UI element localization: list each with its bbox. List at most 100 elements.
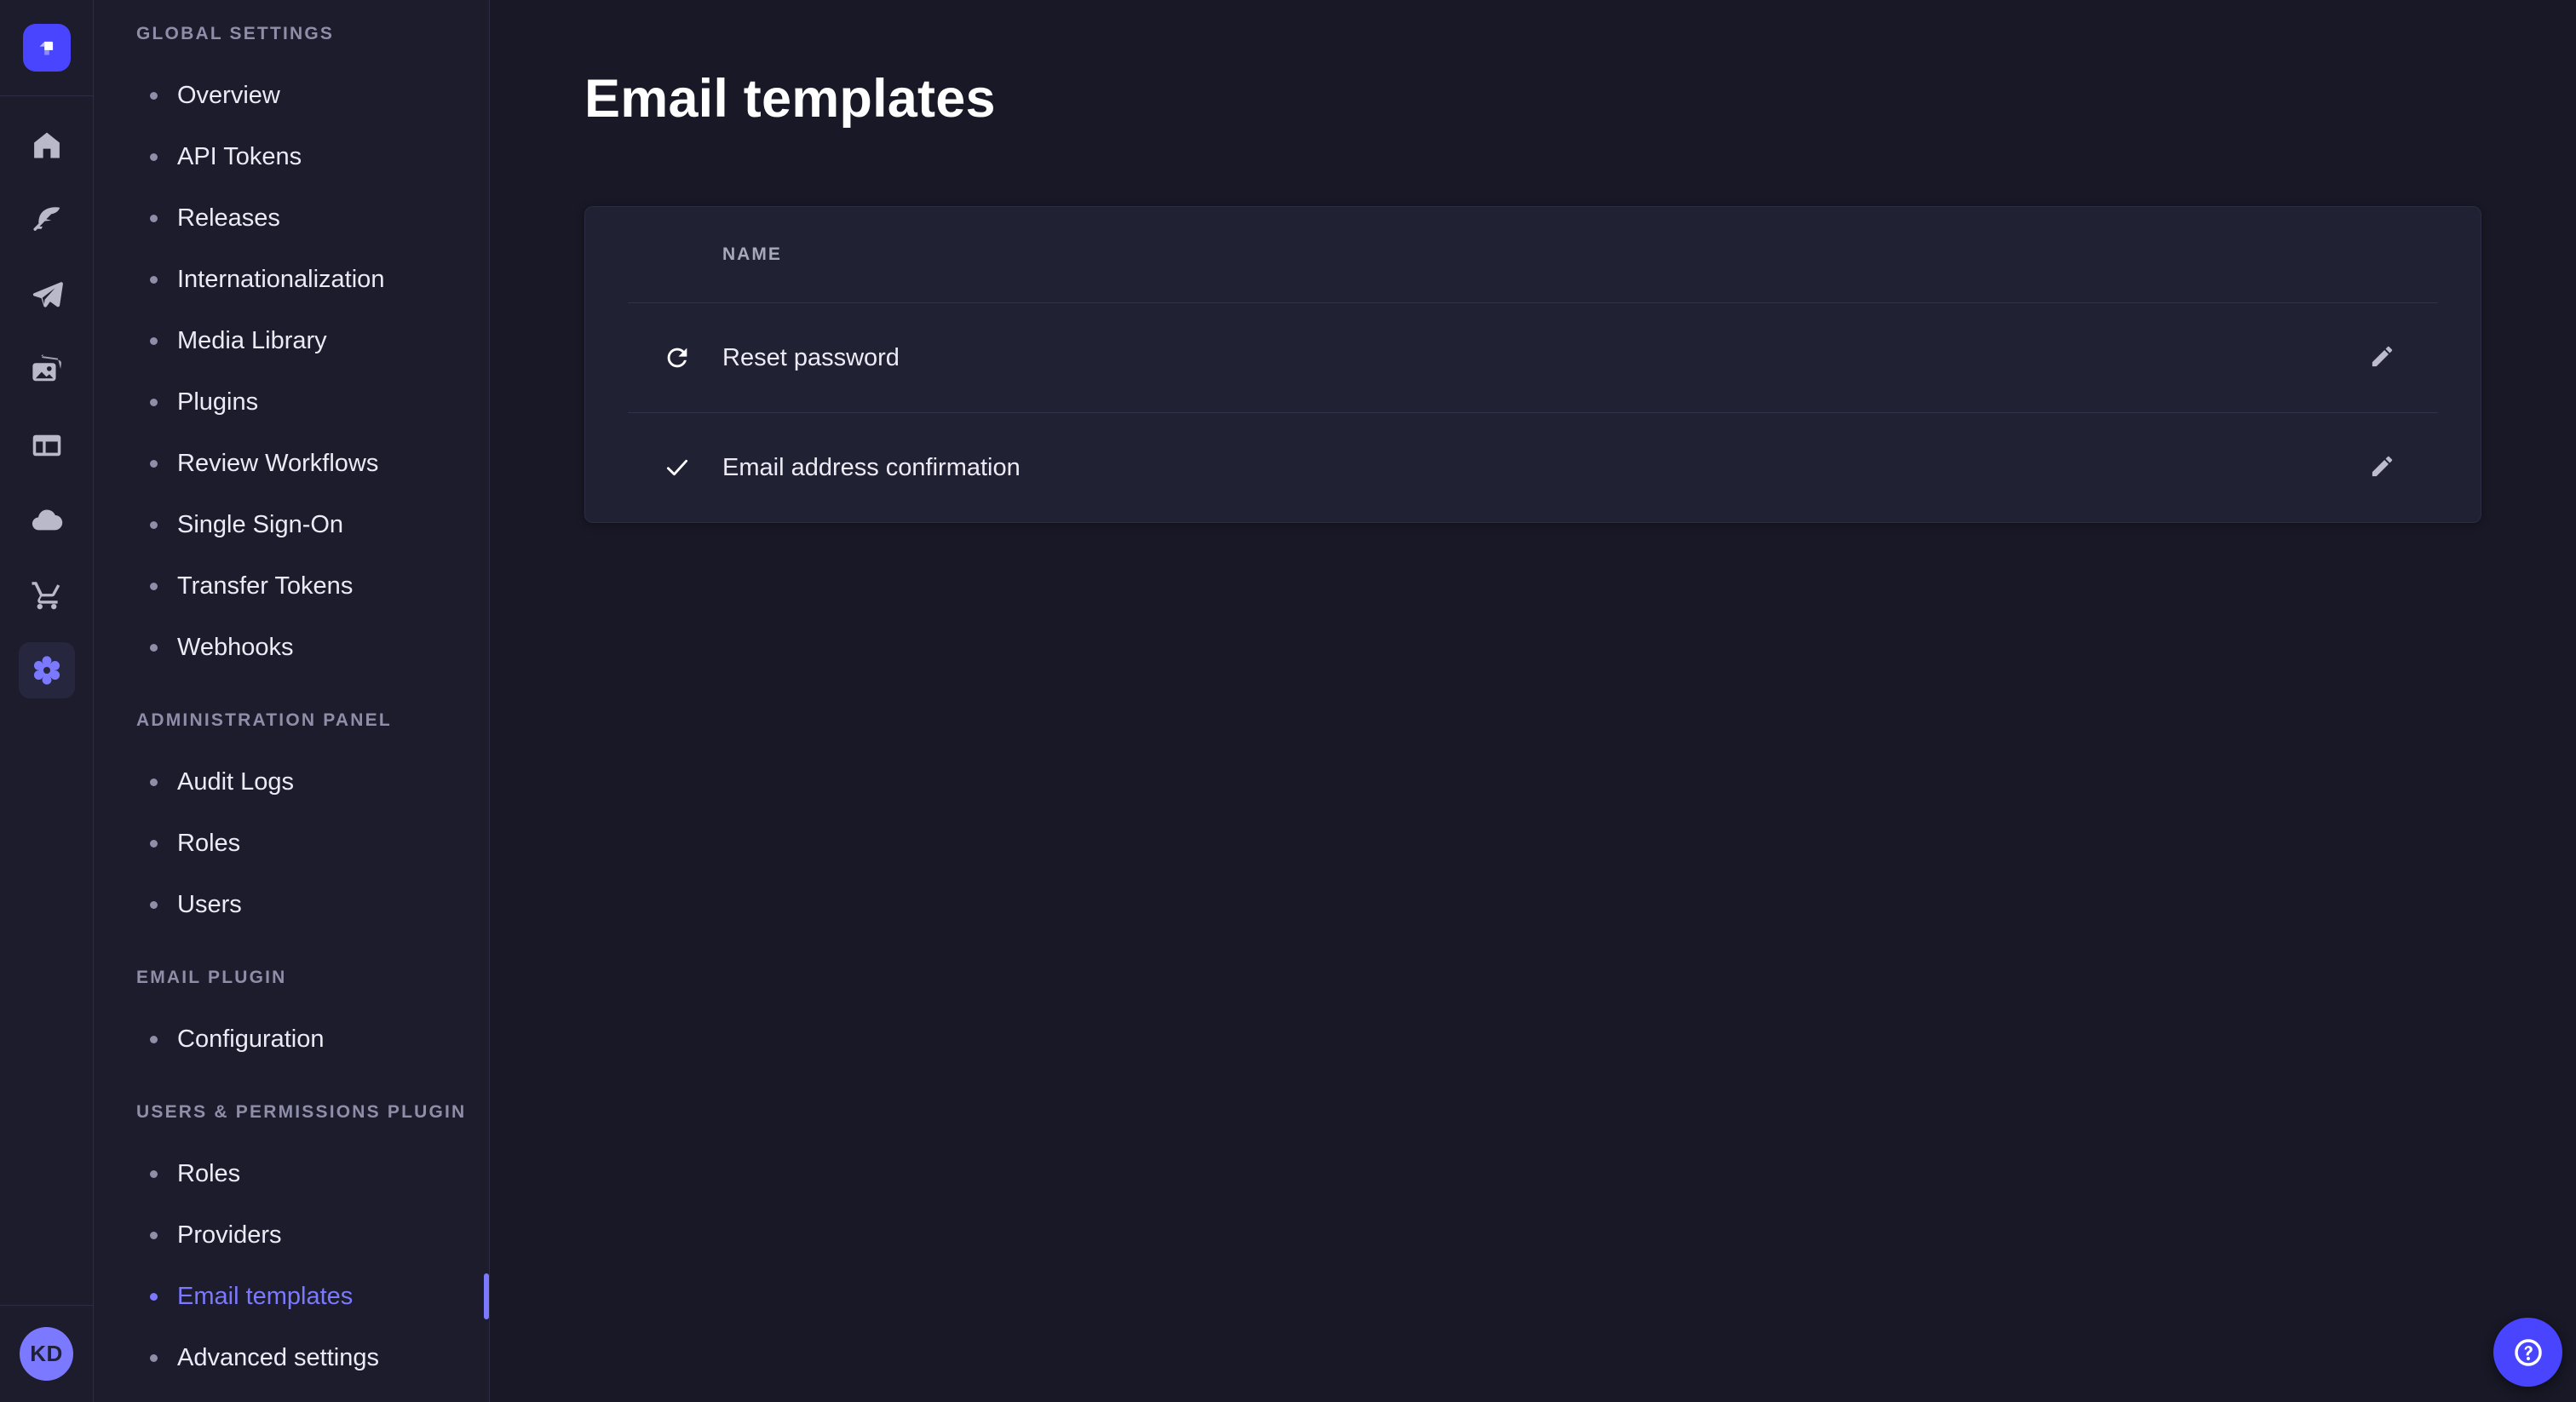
sidebar-section: Administration panel Audit Logs Roles Users: [94, 704, 489, 935]
sidebar-item-label: Plugins: [177, 388, 258, 417]
sidebar-item-label: Roles: [177, 1160, 240, 1188]
sidebar-item-api-tokens[interactable]: API Tokens: [94, 126, 489, 187]
sidebar-item-transfer-tokens[interactable]: Transfer Tokens: [94, 555, 489, 617]
sidebar-section-title: Administration panel: [136, 704, 489, 738]
bullet-icon: [150, 901, 158, 909]
sidebar-item-label: Releases: [177, 204, 280, 233]
bullet-icon: [150, 215, 158, 222]
bullet-icon: [150, 521, 158, 529]
main-nav-rail: KD: [0, 0, 94, 1402]
sidebar-item-label: Overview: [177, 82, 280, 110]
sidebar-item-internationalization[interactable]: Internationalization: [94, 249, 489, 310]
sidebar-item-single-sign-on[interactable]: Single Sign-On: [94, 494, 489, 555]
pencil-icon: [2369, 343, 2395, 372]
rail-item-cloud[interactable]: [0, 483, 93, 558]
sidebar-item-label: Configuration: [177, 1026, 325, 1054]
sidebar-item-media-library[interactable]: Media Library: [94, 310, 489, 371]
sidebar-section-title: Users & Permissions plugin: [136, 1095, 489, 1129]
bullet-icon: [150, 276, 158, 284]
sidebar-item-label: Users: [177, 891, 242, 919]
table-row: Email address confirmation: [585, 412, 2481, 522]
settings-sidebar: Global settingsOverviewAPI TokensRelease…: [94, 0, 490, 1402]
sidebar-item-providers[interactable]: Providers: [94, 1204, 489, 1266]
check-icon: [660, 453, 694, 482]
sidebar-item-label: Audit Logs: [177, 768, 294, 796]
bullet-icon: [150, 1293, 158, 1301]
sidebar-item-label: Internationalization: [177, 266, 384, 294]
sidebar-item-plugins[interactable]: Plugins: [94, 371, 489, 433]
cart-icon: [19, 567, 75, 623]
page-title: Email templates: [584, 68, 2481, 129]
bullet-icon: [150, 337, 158, 345]
sidebar-section-title: Email plugin: [136, 961, 489, 995]
sidebar-item-label: Email templates: [177, 1283, 353, 1311]
sidebar-section: Users & Permissions plugin Roles Providers…: [94, 1095, 489, 1388]
sidebar-item-overview[interactable]: Overview: [94, 65, 489, 126]
sidebar-item-configuration[interactable]: Configuration: [94, 1008, 489, 1070]
table-row: Reset password: [585, 302, 2481, 412]
app-window: KD Global settingsOverviewAPI TokensRele…: [0, 0, 2576, 1402]
template-row[interactable]: Email address confirmation: [585, 413, 2481, 522]
bullet-icon: [150, 1036, 158, 1043]
sidebar-item-email-templates[interactable]: Email templates: [94, 1266, 489, 1327]
sidebar-section: Global settingsOverviewAPI TokensRelease…: [94, 17, 489, 678]
sidebar-item-label: Webhooks: [177, 634, 294, 662]
sidebar-item-roles[interactable]: Roles: [94, 813, 489, 874]
sidebar-item-review-workflows[interactable]: Review Workflows: [94, 433, 489, 494]
name-column-header: Name: [722, 244, 782, 265]
sidebar-item-label: Single Sign-On: [177, 511, 343, 539]
sidebar-section: Email plugin Configuration: [94, 961, 489, 1070]
main-content: Email templates Name Reset password Email…: [490, 0, 2576, 1402]
bullet-icon: [150, 153, 158, 161]
home-icon: [19, 118, 75, 174]
sidebar-item-label: API Tokens: [177, 143, 302, 171]
sidebar-item-label: Transfer Tokens: [177, 572, 353, 600]
rail-item-media[interactable]: [0, 333, 93, 408]
bullet-icon: [150, 92, 158, 100]
bullet-icon: [150, 583, 158, 590]
sidebar-item-label: Providers: [177, 1221, 282, 1250]
layout-icon: [19, 417, 75, 474]
template-row[interactable]: Reset password: [585, 303, 2481, 412]
rail-item-home[interactable]: [0, 108, 93, 183]
sidebar-item-webhooks[interactable]: Webhooks: [94, 617, 489, 678]
bullet-icon: [150, 1354, 158, 1362]
bullet-icon: [150, 399, 158, 406]
rail-item-feather[interactable]: [0, 183, 93, 258]
bullet-icon: [150, 1170, 158, 1178]
rail-item-gear[interactable]: [0, 633, 93, 708]
bullet-icon: [150, 1232, 158, 1239]
sidebar-item-users[interactable]: Users: [94, 874, 489, 935]
sidebar-item-audit-logs[interactable]: Audit Logs: [94, 751, 489, 813]
rail-header: [0, 0, 93, 96]
template-name: Reset password: [722, 344, 900, 372]
rail-item-cart[interactable]: [0, 558, 93, 633]
email-templates-table: Name Reset password Email address confirm…: [584, 206, 2481, 523]
table-header-row: Name: [585, 207, 2481, 302]
bullet-icon: [150, 779, 158, 786]
sidebar-item-label: Advanced settings: [177, 1344, 379, 1372]
sidebar-item-releases[interactable]: Releases: [94, 187, 489, 249]
media-icon: [19, 342, 75, 399]
pencil-icon: [2369, 453, 2395, 482]
user-avatar[interactable]: KD: [20, 1327, 73, 1381]
cloud-icon: [19, 492, 75, 549]
rail-item-layout[interactable]: [0, 408, 93, 483]
rail-footer: KD: [0, 1305, 93, 1402]
sidebar-item-label: Media Library: [177, 327, 327, 355]
edit-template-button[interactable]: [2356, 442, 2407, 493]
sidebar-item-label: Review Workflows: [177, 450, 378, 478]
rail-item-send[interactable]: [0, 258, 93, 333]
help-button[interactable]: [2493, 1318, 2562, 1387]
strapi-logo-icon[interactable]: [23, 24, 71, 72]
sidebar-item-label: Roles: [177, 830, 240, 858]
edit-template-button[interactable]: [2356, 332, 2407, 383]
bullet-icon: [150, 840, 158, 848]
rail-nav: [0, 96, 93, 708]
gear-icon: [19, 642, 75, 698]
sidebar-item-roles[interactable]: Roles: [94, 1143, 489, 1204]
refresh-icon: [660, 343, 694, 372]
bullet-icon: [150, 460, 158, 468]
feather-icon: [19, 192, 75, 249]
sidebar-item-advanced-settings[interactable]: Advanced settings: [94, 1327, 489, 1388]
